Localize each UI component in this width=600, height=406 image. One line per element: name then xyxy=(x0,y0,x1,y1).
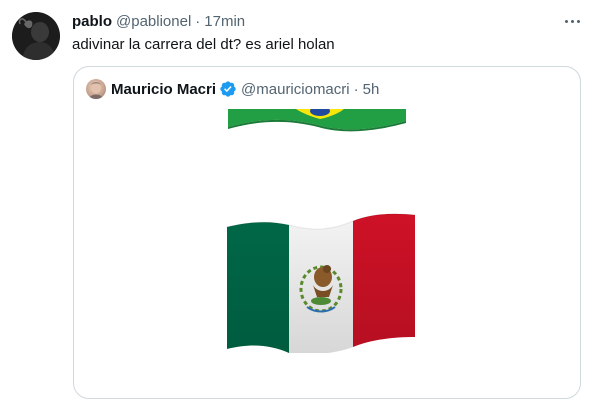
quoted-author-name: Mauricio Macri xyxy=(111,80,217,98)
avatar[interactable] xyxy=(12,12,60,60)
separator-dot: · xyxy=(195,12,201,30)
quoted-author-handle: @mauriciomacri xyxy=(241,80,350,98)
tweet-header: pablo @pablionel · 17min xyxy=(72,11,245,31)
quoted-separator-dot: · xyxy=(353,80,359,98)
quoted-tweet-header: Mauricio Macri @mauriciomacri · 5h xyxy=(86,79,379,99)
quoted-author-avatar xyxy=(86,79,106,99)
quoted-timestamp: 5h xyxy=(362,80,380,98)
brazil-flag-emoji xyxy=(228,109,406,132)
mexico-flag-emoji xyxy=(226,213,416,353)
quoted-tweet[interactable]: Mauricio Macri @mauriciomacri · 5h xyxy=(73,66,581,399)
tweet-text: adivinar la carrera del dt? es ariel hol… xyxy=(72,36,335,53)
author-handle[interactable]: @pablionel xyxy=(116,13,191,30)
avatar-image xyxy=(12,12,60,60)
tweet[interactable]: pablo @pablionel · 17min adivinar la car… xyxy=(0,0,600,406)
timestamp[interactable]: 17min xyxy=(204,13,245,30)
author-name[interactable]: pablo xyxy=(72,13,112,30)
more-icon[interactable] xyxy=(562,12,582,30)
verified-badge-icon xyxy=(220,81,236,97)
quoted-media[interactable] xyxy=(74,109,580,398)
